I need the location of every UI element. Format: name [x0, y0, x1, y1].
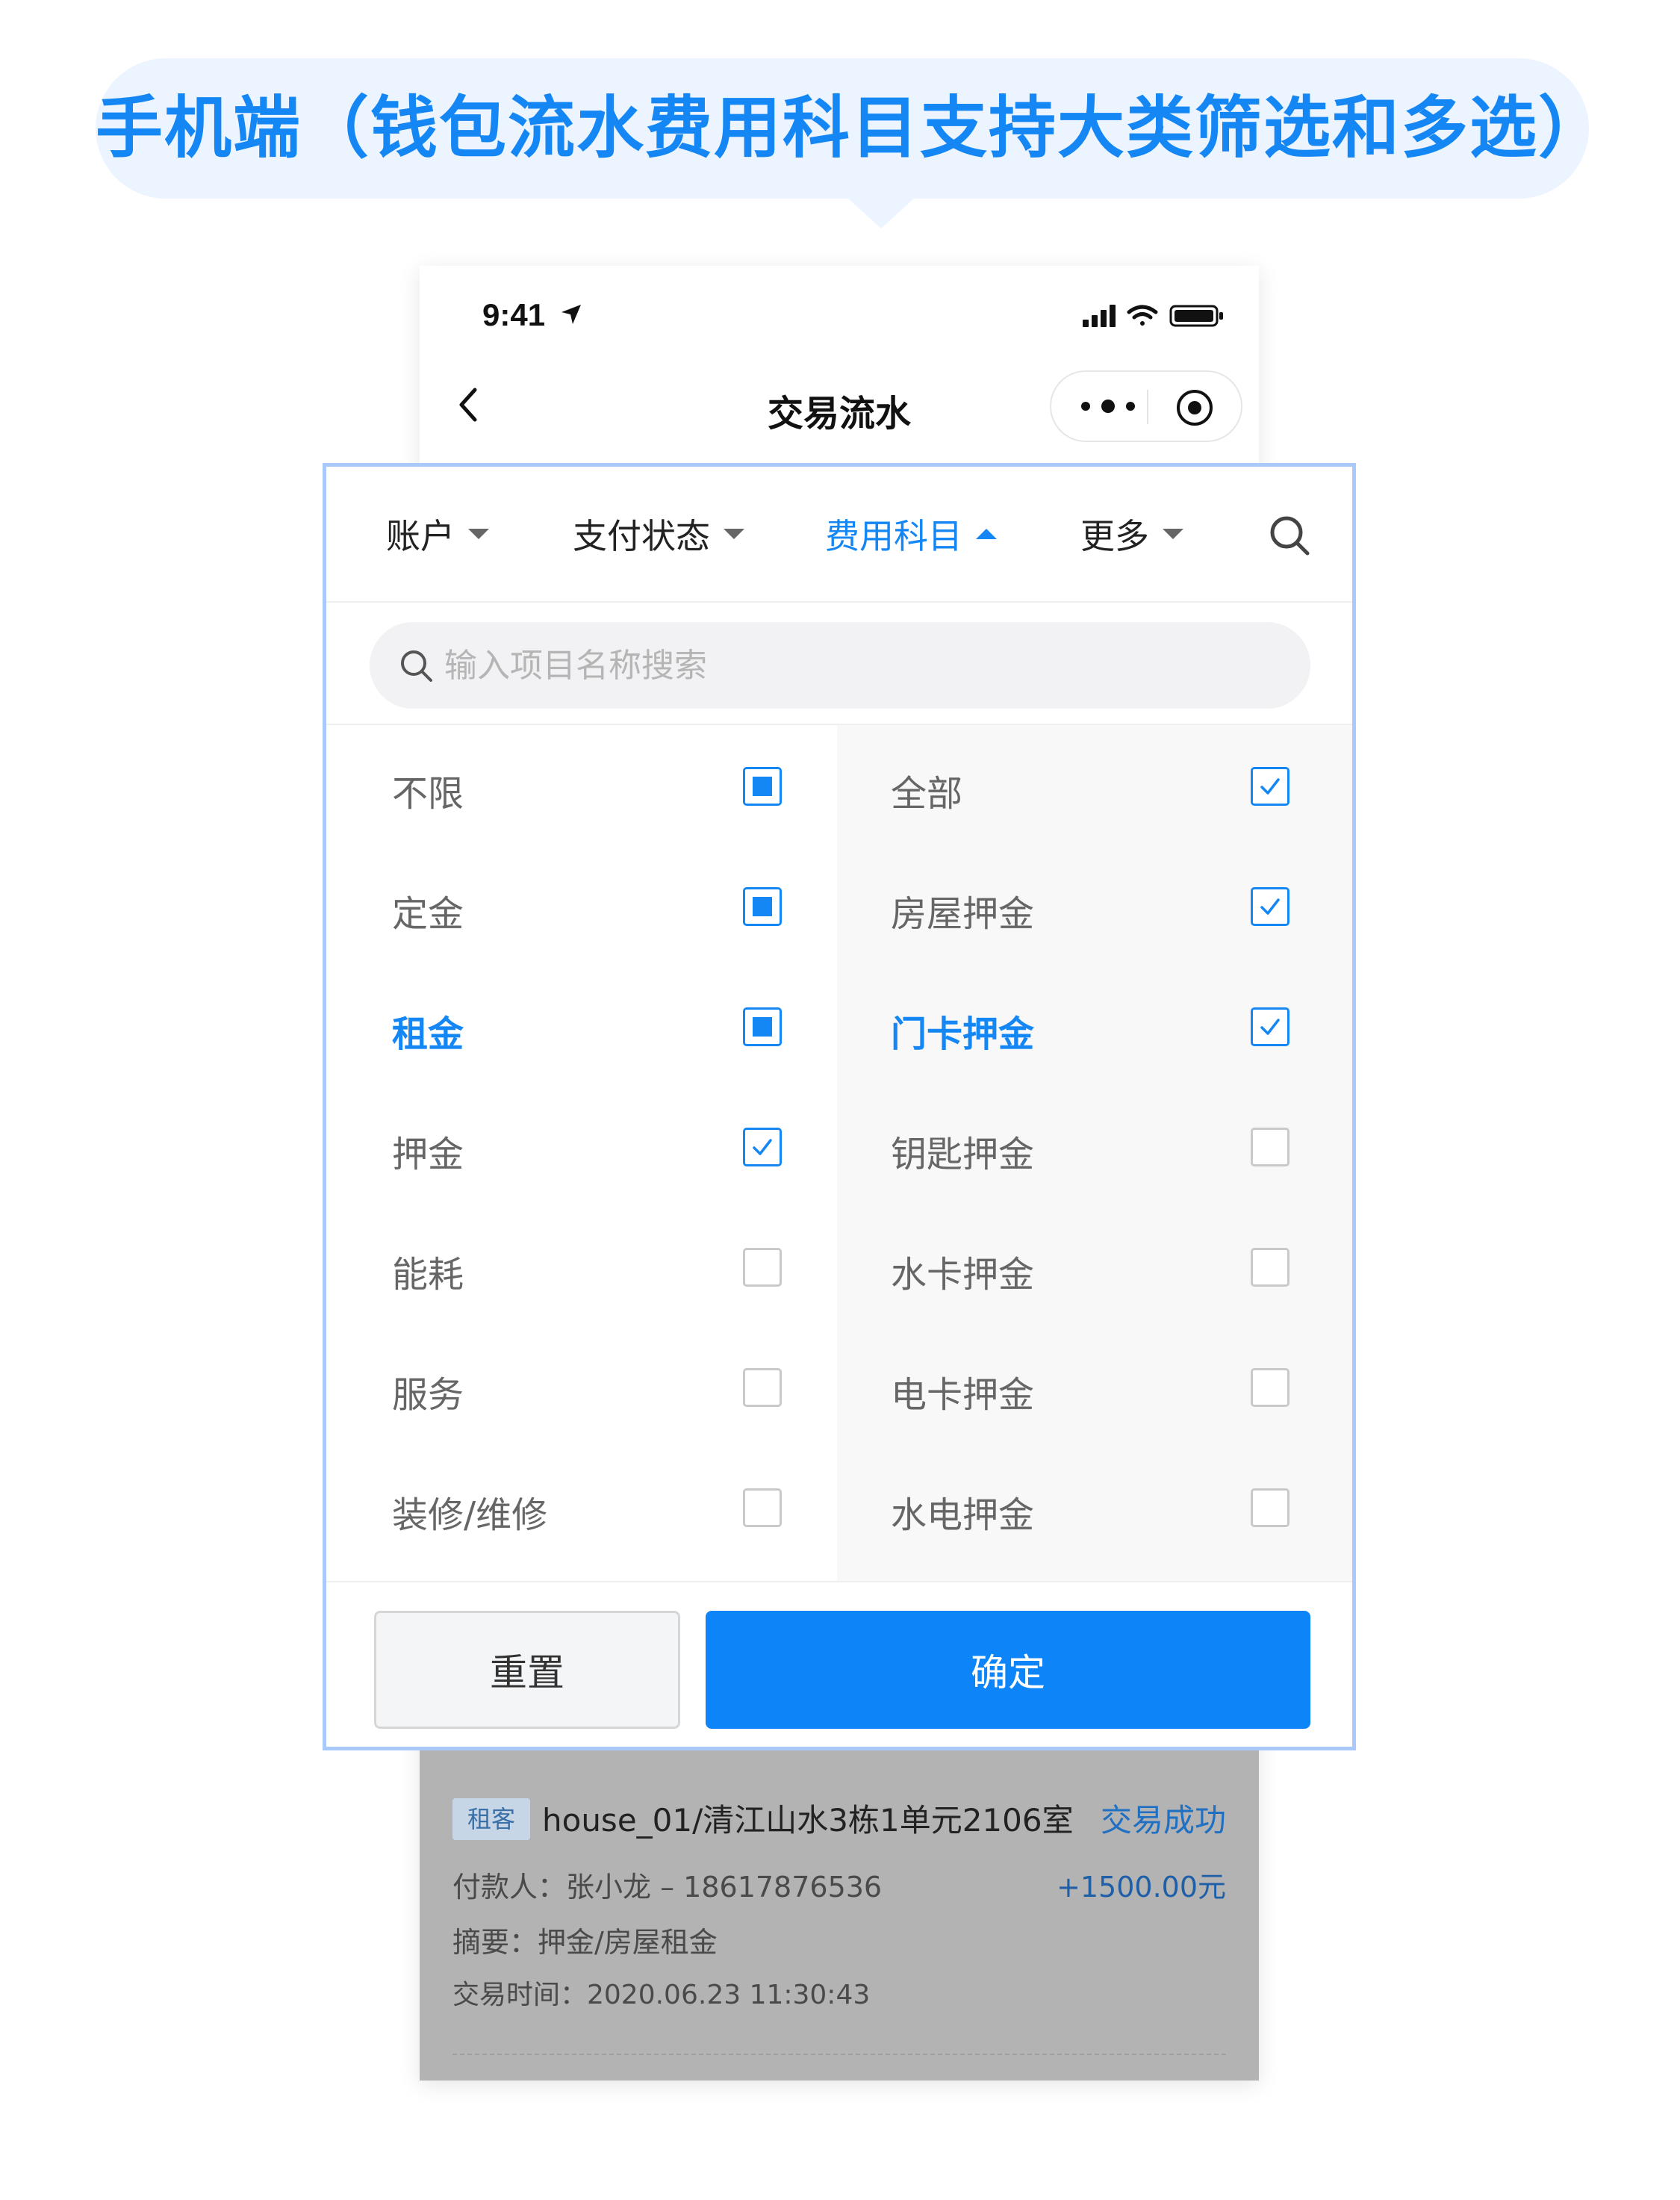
- location-arrow-icon: [561, 305, 581, 324]
- subcategory-item[interactable]: 全部: [837, 728, 1352, 848]
- option-label: 能耗: [392, 1254, 464, 1296]
- checkmark-icon: [1260, 1019, 1280, 1035]
- tab-fee-category[interactable]: 费用科目: [825, 510, 997, 558]
- tab-payment-status[interactable]: 支付状态: [573, 510, 744, 558]
- wifi-icon: [1127, 305, 1158, 326]
- filter-tabs: 账户 支付状态 费用科目 更多: [326, 467, 1352, 603]
- battery-icon: [1169, 305, 1223, 327]
- checkbox[interactable]: [1251, 887, 1289, 926]
- title-banner: 手机端（钱包流水费用科目支持大类筛选和多选）: [96, 58, 1607, 229]
- checkbox[interactable]: [743, 767, 782, 806]
- search-bar: [370, 622, 1310, 709]
- caret-down-icon: [724, 529, 744, 539]
- tab-account[interactable]: 账户: [386, 510, 489, 558]
- checkbox[interactable]: [1251, 1368, 1289, 1407]
- option-label: 押金: [392, 1134, 464, 1175]
- tab-label: 支付状态: [573, 516, 710, 556]
- checkbox[interactable]: [743, 887, 782, 926]
- banner-title: 手机端（钱包流水费用科目支持大类筛选和多选）: [96, 89, 1607, 167]
- tab-label: 账户: [386, 516, 455, 556]
- checkbox[interactable]: [743, 1128, 782, 1166]
- caret-up-icon: [976, 529, 997, 539]
- filter-footer: 重置 确定: [326, 1581, 1352, 1747]
- subcategory-item[interactable]: 电卡押金: [837, 1329, 1352, 1449]
- checkmark-icon: [1260, 898, 1280, 915]
- checkbox[interactable]: [1251, 1488, 1289, 1527]
- transaction-time: 交易时间：2020.06.23 11:30:43: [452, 1980, 871, 2010]
- option-label: 定金: [392, 893, 464, 935]
- checkmark-icon: [753, 1139, 772, 1155]
- capsule-divider: [1147, 390, 1148, 424]
- search-icon: [401, 650, 432, 682]
- option-label: 门卡押金: [891, 1013, 1035, 1055]
- checkbox[interactable]: [1251, 767, 1289, 806]
- option-label: 全部: [891, 773, 963, 815]
- checkmark-icon: [1260, 778, 1280, 795]
- category-item[interactable]: 押金: [326, 1089, 837, 1208]
- category-item[interactable]: 不限: [326, 728, 837, 848]
- category-item[interactable]: 定金: [326, 848, 837, 968]
- checkbox[interactable]: [1251, 1248, 1289, 1287]
- transaction-status: 交易成功: [1100, 1802, 1226, 1839]
- category-item[interactable]: 租金: [326, 969, 837, 1088]
- checkbox[interactable]: [743, 1248, 782, 1287]
- transaction-summary: 摘要：押金/房屋租金: [452, 1926, 718, 1959]
- phone-header: 9:41 交易流水: [420, 266, 1259, 467]
- reset-button[interactable]: 重置: [374, 1611, 680, 1729]
- checkbox[interactable]: [1251, 1128, 1289, 1166]
- checkbox[interactable]: [743, 1368, 782, 1407]
- subcategory-item[interactable]: 钥匙押金: [837, 1089, 1352, 1208]
- checkbox[interactable]: [743, 1488, 782, 1527]
- option-label: 服务: [392, 1374, 464, 1416]
- dashed-divider: [452, 2054, 1226, 2055]
- option-label: 租金: [392, 1013, 464, 1055]
- subcategory-item[interactable]: 水电押金: [837, 1449, 1352, 1569]
- tab-more[interactable]: 更多: [1080, 510, 1183, 558]
- option-label: 水卡押金: [891, 1254, 1035, 1296]
- status-time: 9:41: [482, 297, 546, 332]
- caret-down-icon: [1163, 529, 1183, 539]
- option-label: 不限: [392, 773, 464, 815]
- tenant-tag: 租客: [452, 1798, 530, 1840]
- tab-label: 费用科目: [825, 516, 962, 556]
- subcategory-item[interactable]: 门卡押金: [837, 969, 1352, 1088]
- filter-panel: 账户 支付状态 费用科目 更多 不限定金租金押金能耗服务装修/维修 全部房屋押金…: [323, 463, 1356, 1750]
- transaction-payer: 付款人：张小龙 – 18617876536: [452, 1871, 883, 1904]
- more-dots-icon[interactable]: [1077, 391, 1139, 421]
- category-item[interactable]: 装修/维修: [326, 1449, 837, 1569]
- category-lists: 不限定金租金押金能耗服务装修/维修 全部房屋押金门卡押金钥匙押金水卡押金电卡押金…: [326, 724, 1352, 1581]
- subcategory-item[interactable]: 水卡押金: [837, 1209, 1352, 1329]
- subcategory-column: 全部房屋押金门卡押金钥匙押金水卡押金电卡押金水电押金: [837, 725, 1352, 1581]
- category-item[interactable]: 服务: [326, 1329, 837, 1449]
- checkbox[interactable]: [1251, 1007, 1289, 1046]
- confirm-button[interactable]: 确定: [706, 1611, 1310, 1729]
- checkbox[interactable]: [743, 1007, 782, 1046]
- close-target-icon[interactable]: [1175, 388, 1214, 427]
- transaction-house: house_01/清江山水3栋1单元2106室: [542, 1802, 1074, 1839]
- caret-down-icon: [468, 529, 489, 539]
- category-column: 不限定金租金押金能耗服务装修/维修: [326, 725, 837, 1581]
- option-label: 装修/维修: [392, 1494, 548, 1536]
- transaction-amount: +1500.00元: [1057, 1871, 1226, 1904]
- subcategory-item[interactable]: 房屋押金: [837, 848, 1352, 968]
- category-item[interactable]: 能耗: [326, 1209, 837, 1329]
- tab-label: 更多: [1080, 516, 1149, 556]
- search-input[interactable]: [444, 640, 1266, 691]
- status-indicators: [1083, 305, 1223, 327]
- signal-icon: [1083, 305, 1116, 327]
- mini-program-capsule: [1050, 370, 1242, 442]
- option-label: 房屋押金: [891, 893, 1035, 935]
- option-label: 水电押金: [891, 1494, 1035, 1536]
- option-label: 钥匙押金: [891, 1134, 1035, 1175]
- search-icon[interactable]: [1267, 513, 1312, 558]
- option-label: 电卡押金: [891, 1374, 1035, 1416]
